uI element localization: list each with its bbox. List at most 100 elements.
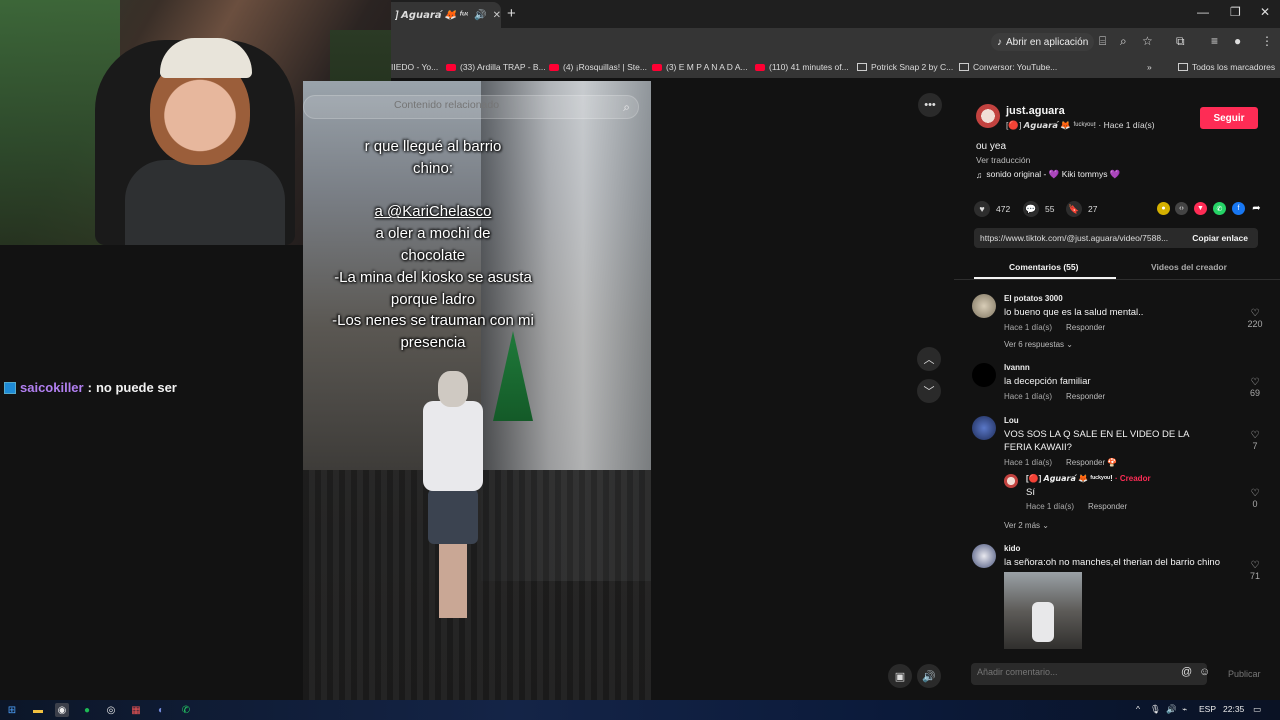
avatar[interactable]: [972, 544, 996, 568]
reply-button[interactable]: Responder: [1066, 323, 1105, 332]
share-arrow-icon[interactable]: ➦: [1250, 202, 1263, 215]
avatar[interactable]: [972, 363, 996, 387]
comment-text: lo bueno que es la salud mental..: [1004, 307, 1144, 318]
browser-tab[interactable]: ] 𝘼𝙜𝙪𝙖𝙧𝙖́ 🦊 ᶠᵘᶜᵏʸᵒᵘ! 🔊 ✕: [391, 2, 501, 28]
publish-button[interactable]: Publicar: [1228, 669, 1261, 679]
bookmark-item[interactable]: Potrick Snap 2 by C...: [857, 62, 953, 72]
bookmark-item[interactable]: (3) E M P A N A D A...: [652, 62, 748, 72]
bookmark-item[interactable]: (110) 41 minutes of...: [755, 62, 849, 72]
avatar[interactable]: [972, 416, 996, 440]
follow-button[interactable]: Seguir: [1200, 107, 1258, 129]
restore-button[interactable]: ❐: [1230, 5, 1241, 19]
avatar[interactable]: [1004, 474, 1018, 488]
send-icon[interactable]: ▼: [1194, 202, 1207, 215]
clock[interactable]: 22:35: [1223, 704, 1244, 714]
comment-like[interactable]: ♡ 69: [1240, 377, 1270, 398]
picture-in-picture-icon[interactable]: ▣: [888, 664, 912, 688]
speaker-icon[interactable]: 🔊: [1166, 704, 1177, 715]
related-search-input[interactable]: [394, 99, 604, 111]
share-coin-icon[interactable]: ●: [1157, 202, 1170, 215]
new-tab-button[interactable]: +: [507, 5, 516, 22]
comment-button[interactable]: 💬 55: [1023, 201, 1054, 217]
comment-username[interactable]: Lou: [1004, 416, 1019, 425]
chrome-icon[interactable]: ◉: [55, 703, 69, 717]
video-player[interactable]: ⌕ r que llegué al barrio chino: a @KariC…: [303, 81, 651, 700]
view-more-replies-button[interactable]: Ver 2 más ⌄: [1004, 521, 1049, 530]
comment-like[interactable]: ♡ 220: [1240, 308, 1270, 329]
tab-comments[interactable]: Comentarios (55): [1009, 262, 1078, 272]
emoji-icon[interactable]: ☺: [1199, 666, 1210, 678]
search-icon[interactable]: ⌕: [623, 100, 630, 115]
previous-video-chevron-up-icon[interactable]: ︿: [917, 347, 941, 371]
bookmark-item[interactable]: (33) Ardilla TRAP - B...: [446, 62, 546, 72]
bookmarks-overflow-button[interactable]: »: [1147, 62, 1152, 72]
comment-username[interactable]: kido: [1004, 544, 1020, 553]
related-search-bar[interactable]: ⌕: [303, 95, 639, 119]
heart-icon: ♡: [1250, 430, 1260, 441]
zoom-icon[interactable]: ⌕: [1120, 34, 1127, 49]
bookmark-label: (4) ¡Rosquillas! | Ste...: [563, 62, 647, 72]
bookmark-item[interactable]: (4) ¡Rosquillas! | Ste...: [549, 62, 647, 72]
sound-link[interactable]: ♫ sonido original - 💜 Kiki tommys 💜: [976, 169, 1120, 180]
language-indicator[interactable]: ESP: [1199, 704, 1216, 714]
view-replies-button[interactable]: Ver 6 respuestas ⌄: [1004, 340, 1073, 349]
comment-image[interactable]: [1004, 572, 1082, 649]
minimize-button[interactable]: —: [1197, 5, 1209, 19]
volume-icon[interactable]: 🔊: [917, 664, 941, 688]
obs-icon[interactable]: ◎: [104, 703, 118, 717]
menu-icon[interactable]: ⋮: [1261, 34, 1273, 48]
all-bookmarks-button[interactable]: Todos los marcadores: [1178, 62, 1275, 72]
bookmark-item[interactable]: Conversor: YouTube...: [959, 62, 1057, 72]
discord-icon[interactable]: ◐: [154, 703, 168, 717]
whatsapp-icon[interactable]: ✆: [1213, 202, 1226, 215]
mic-icon[interactable]: 🎙: [1150, 704, 1161, 715]
close-tab-icon[interactable]: ✕: [493, 10, 501, 21]
embed-icon[interactable]: ‹›: [1175, 202, 1188, 215]
tray-chevron-icon[interactable]: ^: [1136, 704, 1140, 714]
more-options-icon[interactable]: •••: [918, 93, 942, 117]
bookmark-star-icon[interactable]: ☆: [1142, 34, 1153, 48]
copy-link-button[interactable]: Copiar enlace: [1192, 233, 1248, 243]
facebook-icon[interactable]: f: [1232, 202, 1245, 215]
tab-creator-videos[interactable]: Videos del creador: [1151, 262, 1227, 272]
author-avatar[interactable]: [976, 104, 1000, 128]
comment-like[interactable]: ♡ 0: [1240, 488, 1270, 509]
comment-input[interactable]: [977, 667, 1167, 677]
like-button[interactable]: ♥ 472: [974, 201, 1010, 217]
comment-like[interactable]: ♡ 7: [1240, 430, 1270, 451]
app-icon[interactable]: ▦: [129, 703, 143, 717]
reply-button[interactable]: Responder: [1088, 502, 1127, 511]
windows-start-icon[interactable]: ⊞: [5, 703, 19, 717]
see-translation-link[interactable]: Ver traducción: [976, 155, 1030, 165]
reply-button[interactable]: Responder: [1066, 392, 1105, 401]
save-count: 27: [1088, 204, 1098, 214]
next-video-chevron-down-icon[interactable]: ﹀: [917, 379, 941, 403]
bookmark-item[interactable]: IIEDO - Yo...: [391, 62, 438, 72]
comment-username[interactable]: [🔴] 𝘼𝙜𝙪𝙖𝙧𝙖́ 🦊 ᶠᵘᶜᵏʸᵒᵘ! · Creador: [1026, 474, 1151, 483]
network-icon[interactable]: ⌁: [1182, 704, 1187, 715]
reply-button[interactable]: Responder: [1066, 458, 1105, 467]
avatar[interactable]: [972, 294, 996, 318]
open-in-app-label: Abrir en aplicación: [1006, 36, 1089, 48]
file-explorer-icon[interactable]: ▬: [31, 703, 45, 717]
comment-username[interactable]: El potatos 3000: [1004, 294, 1063, 303]
overlay-line: a oler a mochi de: [375, 225, 491, 243]
open-in-app-button[interactable]: ♪ Abrir en aplicación: [991, 33, 1095, 51]
stream-chat-message: saicokiller : no puede ser: [4, 380, 177, 395]
save-button[interactable]: 🔖 27: [1066, 201, 1097, 217]
close-window-button[interactable]: ✕: [1260, 5, 1270, 19]
profile-avatar[interactable]: ●: [1234, 34, 1241, 48]
comment-username[interactable]: Ivannn: [1004, 363, 1030, 372]
audio-icon[interactable]: 🔊: [474, 10, 486, 21]
bookmark-label: (110) 41 minutes of...: [769, 62, 849, 72]
extensions-icon[interactable]: ⧉: [1176, 34, 1185, 49]
mention-icon[interactable]: @: [1181, 666, 1192, 678]
media-icon[interactable]: ≡: [1211, 34, 1218, 48]
translate-icon[interactable]: ⌸: [1099, 34, 1106, 49]
whatsapp-taskbar-icon[interactable]: ✆: [179, 703, 193, 717]
view-more-label: Ver 2 más: [1004, 521, 1041, 530]
notifications-icon[interactable]: ▭: [1253, 704, 1261, 715]
spotify-icon[interactable]: ●: [80, 703, 94, 717]
author-username[interactable]: just.aguara: [1006, 105, 1065, 117]
comment-like[interactable]: ♡ 71: [1240, 560, 1270, 581]
